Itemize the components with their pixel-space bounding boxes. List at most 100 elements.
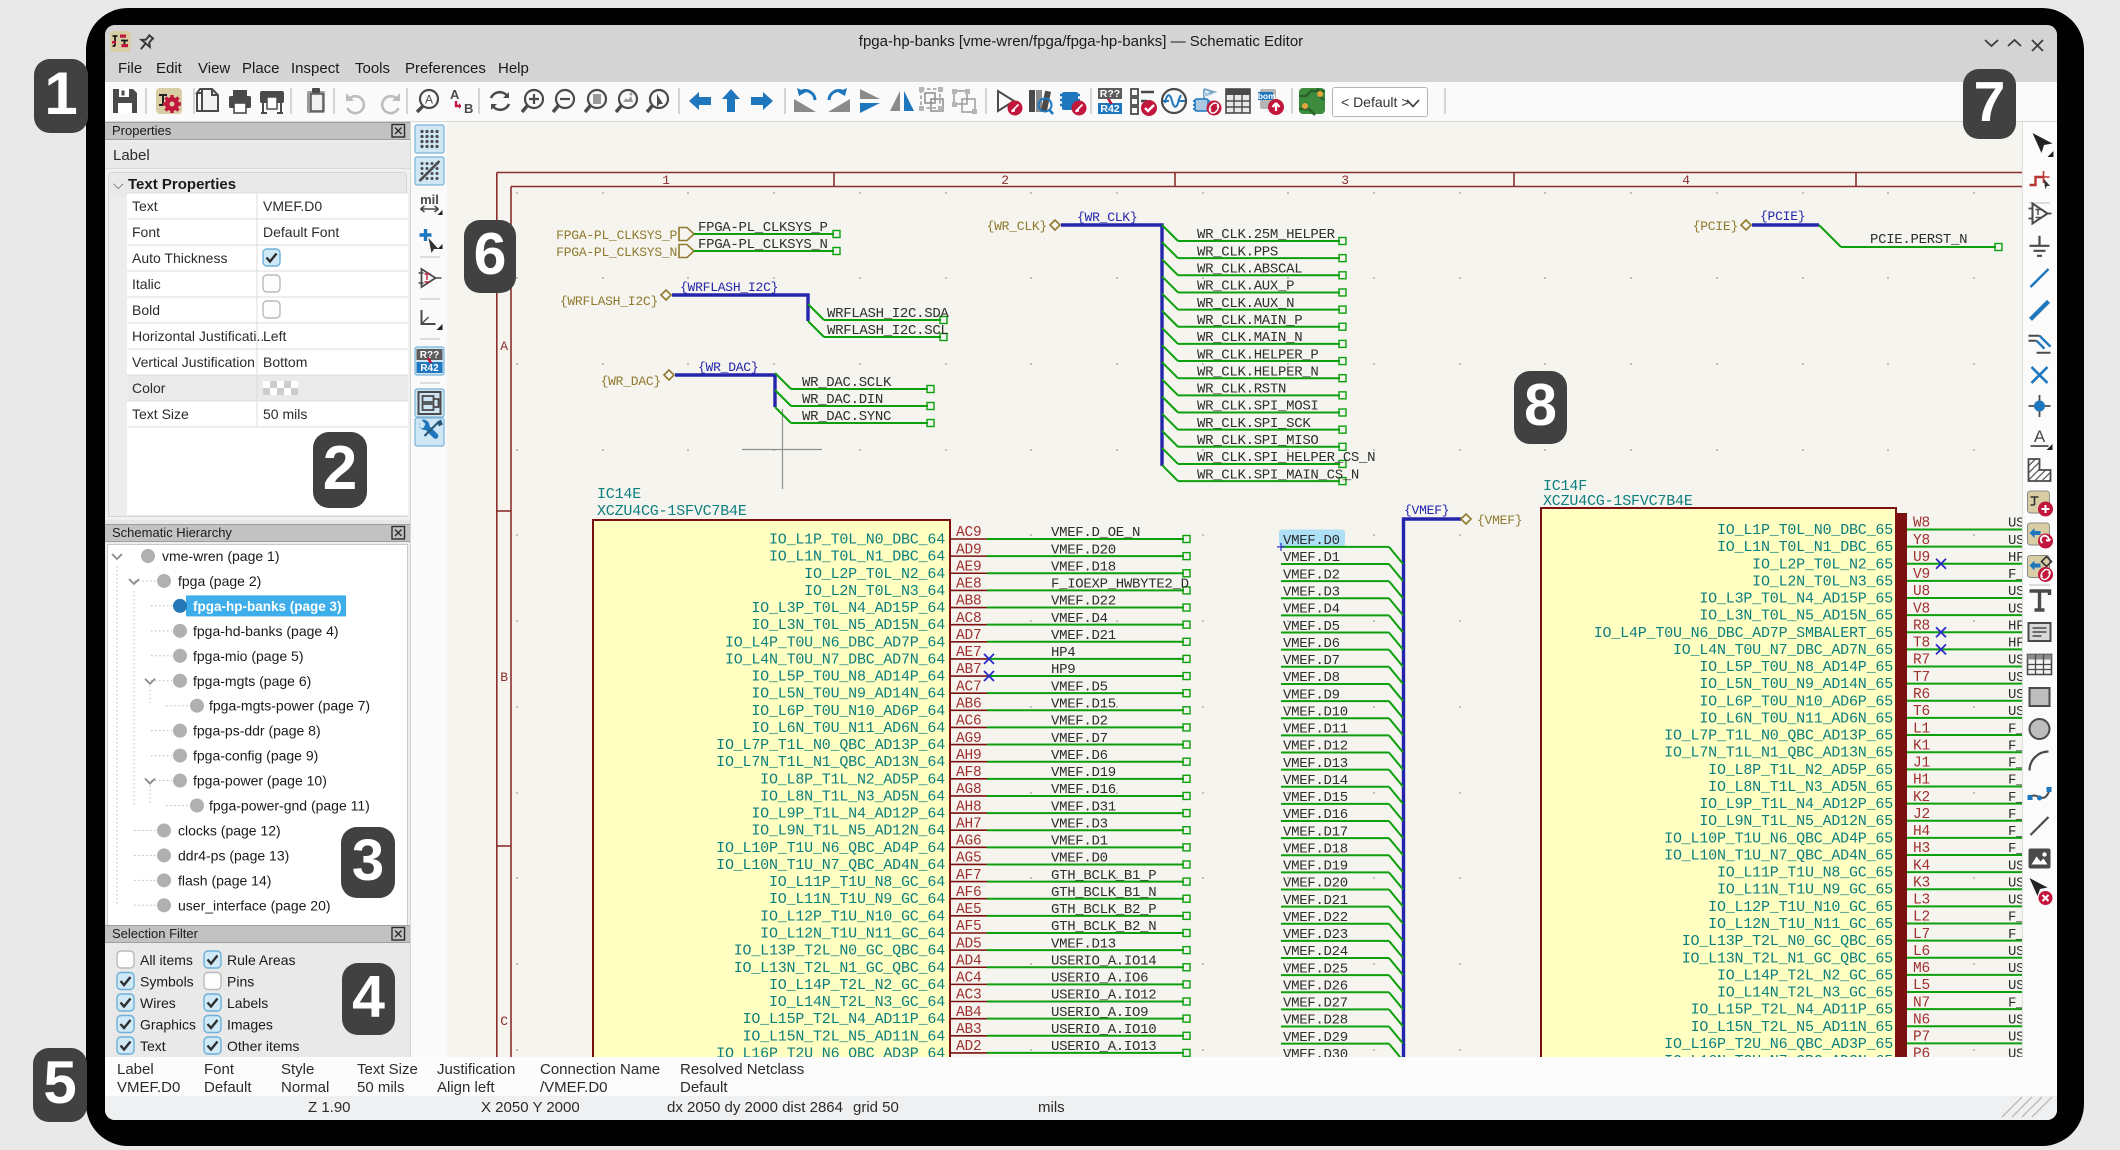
svg-text:PCIE.PERST_N: PCIE.PERST_N (1870, 232, 1967, 248)
svg-text:vme-wren (page 1): vme-wren (page 1) (162, 548, 280, 564)
svg-text:VMEF.D13: VMEF.D13 (1051, 936, 1116, 952)
svg-text:WR_CLK.RSTN: WR_CLK.RSTN (1197, 382, 1286, 398)
svg-text:GTH_BCLK_B1_P: GTH_BCLK_B1_P (1051, 868, 1156, 884)
svg-text:IO_L15P_T2L_N4_AD11P_64: IO_L15P_T2L_N4_AD11P_64 (743, 1011, 946, 1028)
svg-text:AE7: AE7 (956, 645, 982, 661)
svg-text:US: US (2008, 687, 2024, 703)
svg-text:IO_L13N_T2L_N1_GC_QBC_64: IO_L13N_T2L_N1_GC_QBC_64 (734, 960, 945, 977)
svg-text:US: US (2008, 653, 2024, 669)
svg-text:VMEF.D21: VMEF.D21 (1283, 893, 1348, 909)
svg-text:fpga-config (page 9): fpga-config (page 9) (193, 748, 318, 764)
svg-text:IO_L9N_T1L_N5_AD12N_64: IO_L9N_T1L_N5_AD12N_64 (751, 823, 945, 840)
svg-text:HP9: HP9 (1051, 662, 1075, 678)
svg-text:{WR_DAC}: {WR_DAC} (601, 374, 661, 389)
svg-text:Rule Areas: Rule Areas (227, 952, 295, 968)
svg-text:XCZU4CG-1SFVC7B4E: XCZU4CG-1SFVC7B4E (597, 503, 747, 520)
svg-text:AE8: AE8 (956, 577, 982, 593)
svg-text:VMEF.D2: VMEF.D2 (1283, 567, 1340, 583)
svg-text:VMEF.D16: VMEF.D16 (1283, 807, 1348, 823)
svg-text:IO_L16P_T2U_N6_QBC_AD3P_64: IO_L16P_T2U_N6_QBC_AD3P_64 (716, 1045, 945, 1062)
svg-text:VMEF.D0: VMEF.D0 (1283, 533, 1340, 549)
svg-text:VMEF.D19: VMEF.D19 (1283, 859, 1348, 875)
svg-text:mil: mil (420, 192, 439, 207)
svg-text:WR_CLK.SPI_SCK: WR_CLK.SPI_SCK (1197, 416, 1311, 432)
svg-text:VMEF.D5: VMEF.D5 (1051, 679, 1108, 695)
svg-text:{WR_CLK}: {WR_CLK} (1077, 210, 1137, 225)
svg-text:Text: Text (132, 198, 158, 214)
svg-text:Justification: Justification (437, 1061, 515, 1078)
svg-text:Align left: Align left (437, 1079, 495, 1096)
svg-text:AD7: AD7 (956, 628, 982, 644)
svg-text:F_: F_ (2008, 995, 2025, 1011)
svg-text:VMEF.D4: VMEF.D4 (1051, 611, 1108, 627)
svg-text:US: US (2008, 875, 2024, 891)
svg-text:AC3: AC3 (956, 988, 982, 1004)
svg-text:WR_CLK.SPI_MISO: WR_CLK.SPI_MISO (1197, 433, 1319, 449)
svg-text:user_interface (page 20): user_interface (page 20) (178, 897, 331, 913)
svg-text:Wires: Wires (140, 995, 176, 1011)
svg-text:IO_L7N_T1L_N1_QBC_AD13N_64: IO_L7N_T1L_N1_QBC_AD13N_64 (716, 754, 945, 771)
svg-text:AE9: AE9 (956, 559, 982, 575)
svg-text:IO_L10N_T1U_N7_QBC_AD4N_64: IO_L10N_T1U_N7_QBC_AD4N_64 (716, 857, 945, 874)
svg-text:IO_L7P_T1L_N0_QBC_AD13P_64: IO_L7P_T1L_N0_QBC_AD13P_64 (716, 737, 945, 754)
svg-text:VMEF.D16: VMEF.D16 (1051, 782, 1116, 798)
svg-text:IO_L4P_T0U_N6_DBC_AD7P_SMBALER: IO_L4P_T0U_N6_DBC_AD7P_SMBALERT_65 (1594, 625, 1893, 642)
svg-text:VMEF.D22: VMEF.D22 (1283, 910, 1348, 926)
svg-text:VMEF.D19: VMEF.D19 (1051, 765, 1116, 781)
svg-text:IC14E: IC14E (597, 486, 641, 503)
svg-text:IO_L12P_T1U_N10_GC_65: IO_L12P_T1U_N10_GC_65 (1708, 899, 1893, 916)
svg-text:VMEF.D4: VMEF.D4 (1283, 602, 1340, 618)
svg-text:Default Font: Default Font (263, 224, 339, 240)
svg-text:IO_L11P_T1U_N8_GC_64: IO_L11P_T1U_N8_GC_64 (769, 874, 945, 891)
svg-text:fpga-ps-ddr (page 8): fpga-ps-ddr (page 8) (193, 723, 321, 739)
svg-text:USERIO_A.IO10: USERIO_A.IO10 (1051, 1022, 1156, 1038)
svg-text:AG9: AG9 (956, 731, 982, 747)
svg-text:{VMEF}: {VMEF} (1477, 513, 1522, 528)
svg-text:Normal: Normal (281, 1079, 329, 1096)
svg-text:IO_L3P_T0L_N4_AD15P_64: IO_L3P_T0L_N4_AD15P_64 (751, 600, 945, 617)
svg-text:P6: P6 (1913, 1047, 1930, 1063)
svg-text:IO_L9P_T1L_N4_AD12P_64: IO_L9P_T1L_N4_AD12P_64 (751, 806, 945, 823)
svg-text:fpga-mio (page 5): fpga-mio (page 5) (193, 648, 304, 664)
svg-text:A: A (500, 339, 508, 354)
svg-text:Resolved Netclass: Resolved Netclass (680, 1061, 804, 1078)
svg-text:WR_CLK.PPS: WR_CLK.PPS (1197, 244, 1278, 260)
svg-text:VMEF.D31: VMEF.D31 (1051, 799, 1116, 815)
svg-text:VMEF.D12: VMEF.D12 (1283, 739, 1348, 755)
svg-text:VMEF.D27: VMEF.D27 (1283, 996, 1348, 1012)
svg-text:VMEF.D26: VMEF.D26 (1283, 978, 1348, 994)
svg-text:IO_L7N_T1L_N1_QBC_AD13N_65: IO_L7N_T1L_N1_QBC_AD13N_65 (1664, 745, 1893, 762)
svg-text:IO_L1N_T0L_N1_DBC_65: IO_L1N_T0L_N1_DBC_65 (1717, 539, 1893, 556)
svg-text:IO_L11N_T1U_N9_GC_65: IO_L11N_T1U_N9_GC_65 (1717, 882, 1893, 899)
svg-text:{PCIE}: {PCIE} (1760, 209, 1805, 224)
svg-text:IO_L9P_T1L_N4_AD12P_65: IO_L9P_T1L_N4_AD12P_65 (1699, 796, 1893, 813)
svg-text:IO_L13P_T2L_N0_GC_QBC_65: IO_L13P_T2L_N0_GC_QBC_65 (1682, 933, 1893, 950)
svg-text:AB3: AB3 (956, 1022, 982, 1038)
svg-text:VMEF.D23: VMEF.D23 (1283, 927, 1348, 943)
svg-text:HF: HF (2008, 636, 2024, 652)
svg-text:AC6: AC6 (956, 714, 982, 730)
svg-text:VMEF.D15: VMEF.D15 (1051, 697, 1116, 713)
svg-text:IO_L1P_T0L_N0_DBC_65: IO_L1P_T0L_N0_DBC_65 (1717, 522, 1893, 539)
svg-text:IO_L6P_T0U_N10_AD6P_64: IO_L6P_T0U_N10_AD6P_64 (751, 703, 945, 720)
svg-text:Left: Left (263, 328, 286, 344)
svg-text:AG5: AG5 (956, 851, 982, 867)
svg-text:HF: HF (2008, 618, 2024, 634)
svg-text:All items: All items (140, 952, 193, 968)
svg-text:A: A (450, 87, 460, 102)
svg-text:IO_L13N_T2L_N1_GC_QBC_65: IO_L13N_T2L_N1_GC_QBC_65 (1682, 950, 1893, 967)
svg-text:WR_CLK.SPI_MAIN_CS_N: WR_CLK.SPI_MAIN_CS_N (1197, 467, 1359, 483)
svg-text:IO_L15N_T2L_N5_AD11N_64: IO_L15N_T2L_N5_AD11N_64 (743, 1028, 946, 1045)
svg-text:US: US (2008, 704, 2024, 720)
svg-text:AD2: AD2 (956, 1039, 982, 1055)
svg-text:Style: Style (281, 1061, 314, 1078)
svg-text:Auto Thickness: Auto Thickness (132, 250, 227, 266)
svg-text:F_: F_ (2008, 841, 2025, 857)
svg-text:fpga-power-gnd (page 11): fpga-power-gnd (page 11) (209, 798, 370, 814)
svg-text:WR_CLK.MAIN_N: WR_CLK.MAIN_N (1197, 330, 1302, 346)
svg-text:Label: Label (117, 1061, 154, 1078)
svg-text:IO_L5N_T0U_N9_AD14N_65: IO_L5N_T0U_N9_AD14N_65 (1699, 676, 1893, 693)
svg-text:VMEF.D_OE_N: VMEF.D_OE_N (1051, 525, 1140, 541)
svg-text:WR_CLK.HELPER_N: WR_CLK.HELPER_N (1197, 364, 1319, 380)
svg-text:{VMEF}: {VMEF} (1404, 503, 1449, 518)
